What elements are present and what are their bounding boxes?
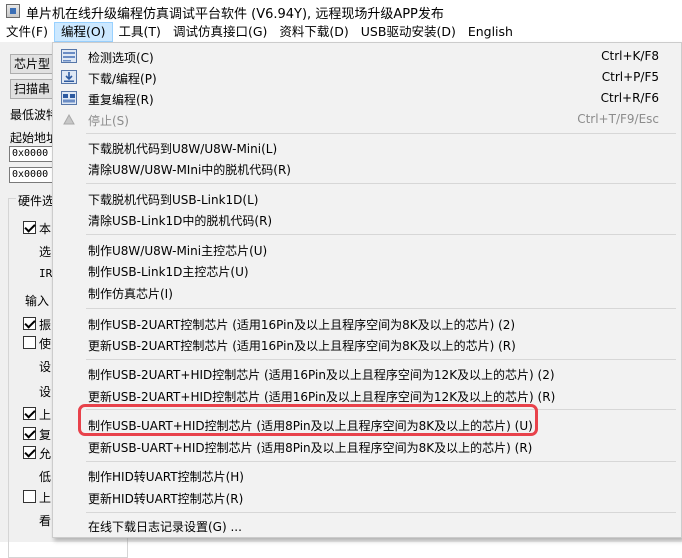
- option-label: 看: [39, 514, 52, 528]
- option-label: 本: [39, 222, 52, 236]
- menu-item-update-usb-2uart[interactable]: 更新USB-2UART控制芯片 (适用16Pin及以上且程序空间为8K及以上的芯…: [57, 334, 677, 355]
- menu-debug-interface[interactable]: 调试仿真接口(G): [167, 22, 273, 42]
- download-icon: [61, 70, 77, 85]
- menu-item-label: 检测选项(C): [88, 51, 154, 65]
- menu-item-download-offline-link1d[interactable]: 下载脱机代码到USB-Link1D(L): [57, 188, 677, 209]
- option-label: 振: [39, 318, 52, 332]
- menu-item-download-log-settings[interactable]: 在线下载日志记录设置(G) ...: [57, 515, 677, 536]
- option-label: 使: [39, 337, 52, 351]
- menu-separator: [86, 183, 676, 184]
- option-checkbox[interactable]: [23, 490, 36, 503]
- menu-item-shortcut: Ctrl+R/F6: [600, 91, 659, 105]
- option-checkbox[interactable]: [23, 427, 36, 440]
- app-icon: [6, 4, 20, 18]
- menu-item-label: 下载脱机代码到U8W/U8W-Mini(L): [88, 142, 278, 156]
- menu-english[interactable]: English: [462, 22, 519, 42]
- option-label: 选: [39, 245, 52, 259]
- menu-item-download-offline-u8w[interactable]: 下载脱机代码到U8W/U8W-Mini(L): [57, 137, 677, 158]
- option-checkbox[interactable]: [23, 221, 36, 234]
- menu-separator: [86, 512, 676, 513]
- menu-item-label: 制作U8W/U8W-Mini主控芯片(U): [88, 244, 268, 258]
- menu-separator: [86, 359, 676, 360]
- menu-item-download-program[interactable]: 下载/编程(P) Ctrl+P/F5: [57, 67, 677, 88]
- option-label: 输入: [25, 294, 50, 308]
- hardware-options-title: 硬件选: [16, 192, 57, 209]
- menu-item-clear-offline-link1d[interactable]: 清除USB-Link1D中的脱机代码(R): [57, 209, 677, 230]
- option-label: 上: [39, 408, 52, 422]
- menu-program[interactable]: 编程(O): [53, 22, 113, 42]
- menu-item-label: 更新USB-UART+HID控制芯片 (适用8Pin及以上且程序空间为8K及以上…: [88, 441, 533, 455]
- option-label: 低: [39, 470, 52, 484]
- menu-item-label: 制作仿真芯片(I): [88, 287, 173, 301]
- program-menu-dropdown: 检测选项(C) Ctrl+K/F8 下载/编程(P) Ctrl+P/F5 重复编…: [52, 42, 682, 538]
- menu-separator: [86, 461, 676, 462]
- option-label: 允: [39, 447, 52, 461]
- menu-item-label: 下载/编程(P): [88, 72, 157, 86]
- option-label: IR: [39, 267, 53, 280]
- option-label: 上: [39, 491, 52, 505]
- option-checkbox[interactable]: [23, 407, 36, 420]
- menu-item-update-usb-2uart-hid[interactable]: 更新USB-2UART+HID控制芯片 (适用16Pin及以上且程序空间为12K…: [57, 385, 677, 406]
- option-label: 设: [39, 360, 52, 374]
- menu-item-label: 下载脱机代码到USB-Link1D(L): [88, 193, 259, 207]
- menu-item-stop: 停止(S) Ctrl+T/F9/Esc: [57, 109, 677, 130]
- menu-item-make-u8w-master[interactable]: 制作U8W/U8W-Mini主控芯片(U): [57, 239, 677, 260]
- window-title: 单片机在线升级编程仿真调试平台软件 (V6.94Y), 远程现场升级APP发布: [26, 7, 444, 22]
- menu-item-label: 更新HID转UART控制芯片(R): [88, 492, 244, 506]
- menu-tools[interactable]: 工具(T): [113, 22, 167, 42]
- option-checkbox[interactable]: [23, 336, 36, 349]
- min-baud-label: 最低波特: [10, 108, 54, 122]
- option-label: 设: [39, 385, 52, 399]
- menu-item-repeat-program[interactable]: 重复编程(R) Ctrl+R/F6: [57, 88, 677, 109]
- menu-item-label: 制作HID转UART控制芯片(H): [88, 470, 244, 484]
- menu-item-make-usb-2uart-hid[interactable]: 制作USB-2UART+HID控制芯片 (适用16Pin及以上且程序空间为12K…: [57, 363, 677, 384]
- menu-usb-driver[interactable]: USB驱动安装(D): [355, 22, 462, 42]
- title-bar: 单片机在线升级编程仿真调试平台软件 (V6.94Y), 远程现场升级APP发布: [0, 0, 682, 22]
- option-label: 复: [39, 428, 52, 442]
- detect-icon: [61, 49, 77, 64]
- menu-item-label: 制作USB-2UART控制芯片 (适用16Pin及以上且程序空间为8K及以上的芯…: [88, 318, 516, 332]
- menu-item-make-hid-to-uart[interactable]: 制作HID转UART控制芯片(H): [57, 465, 677, 486]
- menu-bar: 文件(F) 编程(O) 工具(T) 调试仿真接口(G) 资料下载(D) USB驱…: [0, 22, 682, 42]
- menu-item-detect-options[interactable]: 检测选项(C) Ctrl+K/F8: [57, 46, 677, 67]
- option-checkbox[interactable]: [23, 446, 36, 459]
- menu-item-label: 制作USB-Link1D主控芯片(U): [88, 265, 249, 279]
- menu-item-label: 停止(S): [88, 114, 129, 128]
- menu-item-label: 更新USB-2UART+HID控制芯片 (适用16Pin及以上且程序空间为12K…: [88, 390, 556, 404]
- menu-item-label: 在线下载日志记录设置(G) ...: [88, 520, 242, 534]
- menu-item-make-link1d-master[interactable]: 制作USB-Link1D主控芯片(U): [57, 260, 677, 281]
- menu-item-label: 制作USB-2UART+HID控制芯片 (适用16Pin及以上且程序空间为12K…: [88, 368, 555, 382]
- menu-item-clear-offline-u8w[interactable]: 清除U8W/U8W-MIni中的脱机代码(R): [57, 158, 677, 179]
- menu-item-label: 更新USB-2UART控制芯片 (适用16Pin及以上且程序空间为8K及以上的芯…: [88, 339, 516, 353]
- menu-item-shortcut: Ctrl+T/F9/Esc: [577, 112, 659, 126]
- menu-item-shortcut: Ctrl+K/F8: [601, 49, 659, 63]
- menu-item-make-usb-2uart[interactable]: 制作USB-2UART控制芯片 (适用16Pin及以上且程序空间为8K及以上的芯…: [57, 313, 677, 334]
- start-address-label: 起始地址: [10, 131, 54, 145]
- start-address-input[interactable]: 0x0000: [9, 146, 55, 162]
- menu-item-label: 清除U8W/U8W-MIni中的脱机代码(R): [88, 163, 291, 177]
- menu-separator: [86, 308, 676, 309]
- menu-separator: [86, 133, 676, 134]
- menu-downloads[interactable]: 资料下载(D): [273, 22, 354, 42]
- menu-item-label: 重复编程(R): [88, 93, 154, 107]
- menu-item-label: 清除USB-Link1D中的脱机代码(R): [88, 214, 273, 228]
- stop-icon: [61, 112, 77, 127]
- highlight-box: [78, 404, 538, 436]
- menu-item-shortcut: Ctrl+P/F5: [601, 70, 659, 84]
- menu-file[interactable]: 文件(F): [0, 22, 54, 42]
- menu-item-update-usb-uart-hid[interactable]: 更新USB-UART+HID控制芯片 (适用8Pin及以上且程序空间为8K及以上…: [57, 436, 677, 457]
- second-address-input[interactable]: 0x0000: [9, 167, 55, 183]
- menu-item-update-hid-to-uart[interactable]: 更新HID转UART控制芯片(R): [57, 487, 677, 508]
- repeat-icon: [61, 91, 77, 106]
- option-checkbox[interactable]: [23, 317, 36, 330]
- menu-separator: [86, 234, 676, 235]
- menu-item-make-emulator-chip[interactable]: 制作仿真芯片(I): [57, 282, 677, 303]
